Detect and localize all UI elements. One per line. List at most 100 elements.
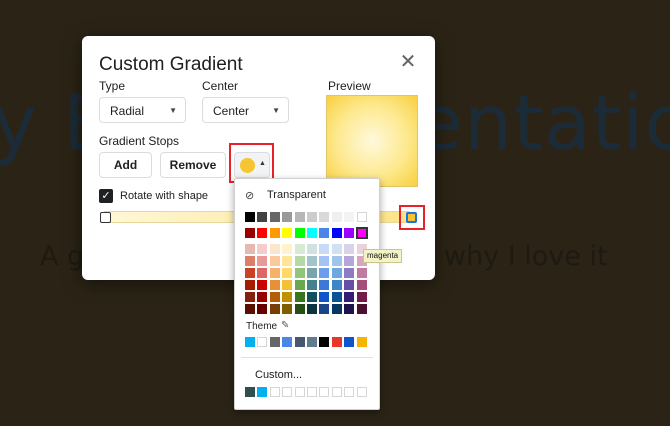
color-swatch[interactable] bbox=[319, 280, 330, 290]
color-swatch[interactable] bbox=[282, 212, 293, 222]
color-swatch[interactable] bbox=[356, 268, 367, 278]
color-swatch[interactable] bbox=[245, 337, 255, 347]
color-swatch[interactable] bbox=[294, 244, 305, 254]
color-swatch[interactable] bbox=[319, 337, 330, 347]
color-swatch[interactable] bbox=[294, 228, 305, 238]
color-swatch[interactable] bbox=[282, 304, 293, 314]
color-swatch[interactable] bbox=[269, 244, 280, 254]
color-swatch[interactable] bbox=[294, 292, 305, 302]
color-swatch[interactable] bbox=[344, 280, 355, 290]
color-swatch[interactable] bbox=[356, 212, 367, 222]
color-swatch[interactable] bbox=[344, 228, 355, 238]
color-swatch[interactable] bbox=[319, 387, 330, 397]
color-swatch[interactable] bbox=[344, 244, 355, 254]
color-swatch[interactable] bbox=[356, 387, 367, 397]
color-swatch[interactable] bbox=[257, 268, 268, 278]
color-swatch[interactable] bbox=[282, 292, 293, 302]
color-swatch[interactable] bbox=[356, 337, 367, 347]
color-swatch[interactable] bbox=[245, 387, 255, 397]
color-swatch[interactable] bbox=[245, 228, 255, 238]
color-swatch[interactable] bbox=[245, 280, 255, 290]
color-swatch[interactable] bbox=[245, 256, 255, 266]
color-swatch-selected[interactable] bbox=[355, 227, 368, 239]
color-swatch[interactable] bbox=[331, 304, 342, 314]
color-swatch[interactable] bbox=[344, 304, 355, 314]
color-swatch[interactable] bbox=[294, 337, 305, 347]
color-swatch[interactable] bbox=[282, 244, 293, 254]
color-swatch[interactable] bbox=[331, 387, 342, 397]
color-swatch[interactable] bbox=[257, 387, 268, 397]
color-swatch[interactable] bbox=[344, 387, 355, 397]
color-swatch[interactable] bbox=[257, 256, 268, 266]
color-swatch[interactable] bbox=[307, 228, 317, 238]
color-swatch[interactable] bbox=[269, 228, 280, 238]
color-swatch[interactable] bbox=[319, 268, 330, 278]
color-swatch[interactable] bbox=[331, 256, 342, 266]
type-select[interactable]: Radial ▼ bbox=[99, 97, 186, 123]
color-swatch[interactable] bbox=[257, 280, 268, 290]
color-swatch[interactable] bbox=[257, 228, 268, 238]
color-swatch[interactable] bbox=[319, 292, 330, 302]
color-swatch[interactable] bbox=[282, 337, 293, 347]
color-swatch[interactable] bbox=[294, 387, 305, 397]
color-swatch[interactable] bbox=[257, 292, 268, 302]
color-swatch[interactable] bbox=[331, 337, 342, 347]
pencil-icon[interactable]: ✎ bbox=[281, 320, 289, 331]
color-swatch[interactable] bbox=[269, 304, 280, 314]
color-swatch[interactable] bbox=[319, 244, 330, 254]
color-swatch[interactable] bbox=[356, 292, 367, 302]
color-swatch[interactable] bbox=[307, 280, 317, 290]
add-stop-button[interactable]: Add bbox=[99, 152, 152, 178]
rotate-checkbox[interactable]: ✓ bbox=[99, 189, 113, 203]
color-swatch[interactable] bbox=[257, 304, 268, 314]
color-swatch[interactable] bbox=[294, 280, 305, 290]
color-swatch[interactable] bbox=[282, 228, 293, 238]
color-swatch[interactable] bbox=[331, 292, 342, 302]
color-swatch[interactable] bbox=[356, 280, 367, 290]
color-swatch[interactable] bbox=[257, 337, 268, 347]
color-swatch[interactable] bbox=[344, 256, 355, 266]
close-icon[interactable]: ✕ bbox=[398, 52, 418, 72]
color-swatch[interactable] bbox=[331, 212, 342, 222]
color-swatch[interactable] bbox=[245, 292, 255, 302]
color-swatch[interactable] bbox=[307, 387, 317, 397]
color-swatch[interactable] bbox=[269, 292, 280, 302]
color-swatch[interactable] bbox=[269, 256, 280, 266]
color-swatch[interactable] bbox=[356, 304, 367, 314]
color-swatch[interactable] bbox=[269, 212, 280, 222]
color-swatch[interactable] bbox=[331, 280, 342, 290]
color-swatch[interactable] bbox=[331, 228, 342, 238]
color-swatch[interactable] bbox=[257, 212, 268, 222]
center-select[interactable]: Center ▼ bbox=[202, 97, 289, 123]
color-swatch[interactable] bbox=[344, 268, 355, 278]
color-swatch[interactable] bbox=[344, 292, 355, 302]
color-swatch[interactable] bbox=[282, 268, 293, 278]
remove-stop-button[interactable]: Remove bbox=[160, 152, 226, 178]
color-swatch[interactable] bbox=[307, 212, 317, 222]
color-swatch[interactable] bbox=[245, 268, 255, 278]
color-swatch[interactable] bbox=[282, 387, 293, 397]
color-swatch[interactable] bbox=[344, 337, 355, 347]
color-swatch[interactable] bbox=[245, 304, 255, 314]
color-swatch[interactable] bbox=[331, 244, 342, 254]
color-swatch[interactable] bbox=[269, 268, 280, 278]
custom-color-option[interactable]: Custom... bbox=[255, 369, 302, 381]
color-swatch[interactable] bbox=[245, 212, 255, 222]
color-swatch[interactable] bbox=[307, 244, 317, 254]
color-swatch[interactable] bbox=[294, 304, 305, 314]
color-swatch[interactable] bbox=[319, 304, 330, 314]
color-swatch[interactable] bbox=[294, 212, 305, 222]
color-swatch[interactable] bbox=[344, 212, 355, 222]
color-swatch[interactable] bbox=[269, 280, 280, 290]
color-swatch[interactable] bbox=[269, 337, 280, 347]
color-swatch[interactable] bbox=[282, 256, 293, 266]
color-swatch[interactable] bbox=[307, 256, 317, 266]
color-swatch[interactable] bbox=[294, 268, 305, 278]
gradient-stop-handle-start[interactable] bbox=[100, 212, 111, 223]
color-swatch[interactable] bbox=[307, 292, 317, 302]
color-swatch[interactable] bbox=[245, 244, 255, 254]
color-swatch[interactable] bbox=[257, 244, 268, 254]
color-swatch[interactable] bbox=[307, 337, 317, 347]
color-swatch[interactable] bbox=[269, 387, 280, 397]
color-swatch[interactable] bbox=[294, 256, 305, 266]
